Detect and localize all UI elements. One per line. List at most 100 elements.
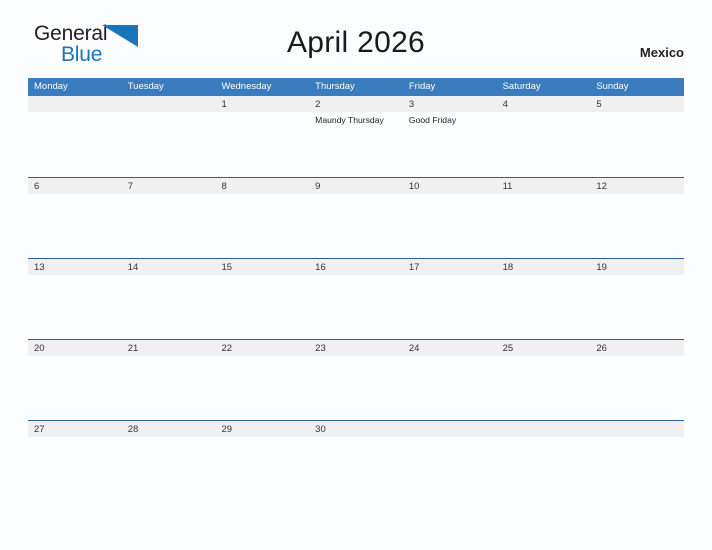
calendar-day-cell[interactable]: 7 (121, 178, 216, 258)
calendar-day-cell[interactable]: 12 (590, 178, 685, 258)
calendar-day-cell[interactable]: 16 (309, 259, 403, 339)
day-events (215, 275, 309, 278)
day-events (215, 112, 309, 115)
day-events (590, 437, 684, 440)
day-number: 29 (221, 424, 233, 435)
calendar-day-cell[interactable]: 27 (28, 421, 122, 501)
calendar-day-cell[interactable]: 21 (121, 340, 216, 420)
calendar-day-cell[interactable]: 18 (496, 259, 591, 339)
calendar-day-cell[interactable]: 30 (309, 421, 403, 501)
calendar-day-cell-empty (402, 421, 497, 501)
calendar-day-cell[interactable]: 28 (121, 421, 216, 501)
day-events (122, 356, 216, 359)
calendar-day-cell[interactable]: 2 Maundy Thursday (309, 96, 403, 177)
day-number: 19 (596, 262, 607, 273)
weekday-header-monday: Monday (34, 81, 68, 92)
page-header: General Blue April 2026 Mexico (28, 0, 684, 78)
day-events (122, 275, 216, 278)
day-events (590, 194, 684, 197)
day-number-band: 6 (28, 178, 122, 194)
calendar-day-cell[interactable]: 5 (590, 96, 685, 177)
day-events: Good Friday (403, 112, 497, 126)
day-events (497, 356, 591, 359)
holiday-label: Maundy Thursday (315, 115, 384, 125)
day-number: 2 (315, 99, 321, 110)
calendar-day-cell[interactable]: 8 (215, 178, 310, 258)
day-number-band: 4 (496, 96, 591, 112)
day-events (122, 112, 216, 115)
calendar-day-cell[interactable]: 1 (215, 96, 310, 177)
day-number-band: 17 (402, 259, 497, 275)
day-number-band: 10 (402, 178, 497, 194)
day-events (590, 356, 684, 359)
page-title: April 2026 (286, 26, 426, 59)
calendar-day-cell[interactable]: 10 (402, 178, 497, 258)
day-number-band: 26 (590, 340, 685, 356)
calendar-day-cell[interactable]: 11 (496, 178, 591, 258)
day-number-band: 7 (121, 178, 216, 194)
day-events (28, 275, 122, 278)
day-number: 20 (34, 343, 45, 354)
day-number-band: 2 (309, 96, 403, 112)
day-events (403, 194, 497, 197)
calendar-day-cell[interactable]: 15 (215, 259, 310, 339)
calendar-day-cell-empty (496, 421, 591, 501)
day-number-band: 27 (28, 421, 122, 437)
day-number: 3 (408, 99, 415, 110)
calendar-day-cell[interactable]: 23 (309, 340, 403, 420)
weekday-header-row: Monday Tuesday Wednesday Thursday Friday Satu… (28, 78, 684, 96)
day-events (403, 356, 497, 359)
day-events (497, 437, 591, 440)
day-number: 5 (596, 99, 602, 110)
day-number-band: 24 (402, 340, 497, 356)
day-events (309, 275, 403, 278)
day-number-band (402, 421, 497, 437)
day-number: 9 (315, 181, 321, 192)
calendar-day-cell[interactable]: 6 (28, 178, 122, 258)
day-number-band: 20 (28, 340, 122, 356)
calendar-day-cell[interactable]: 20 (28, 340, 122, 420)
day-events (28, 112, 122, 115)
day-number: 22 (221, 343, 233, 354)
country-label: Mexico (639, 45, 684, 60)
day-number: 24 (408, 343, 420, 354)
calendar-day-cell[interactable]: 25 (496, 340, 591, 420)
day-number-band: 23 (309, 340, 403, 356)
calendar-day-cell[interactable]: 9 (309, 178, 403, 258)
day-number-band: 14 (121, 259, 216, 275)
calendar-day-cell[interactable]: 17 (402, 259, 497, 339)
day-events (309, 194, 403, 197)
day-events (215, 194, 309, 197)
day-number: 12 (596, 181, 607, 192)
calendar-day-cell[interactable]: 13 (28, 259, 122, 339)
calendar-day-cell[interactable]: 29 (215, 421, 310, 501)
day-events: Maundy Thursday (309, 112, 403, 126)
day-number-band: 13 (28, 259, 122, 275)
weekday-header-thursday: Thursday (315, 81, 355, 92)
day-number: 8 (221, 181, 227, 192)
calendar-day-cell-empty (590, 421, 685, 501)
day-events (215, 437, 309, 440)
day-number-band (590, 421, 685, 437)
day-number-band: 18 (496, 259, 591, 275)
calendar-week-row: 20 21 22 23 24 25 26 (28, 339, 685, 420)
calendar-day-cell[interactable]: 26 (590, 340, 685, 420)
calendar-day-cell[interactable]: 22 (215, 340, 310, 420)
calendar-day-cell[interactable]: 4 (496, 96, 591, 177)
day-events (122, 437, 216, 440)
weekday-header-friday: Friday (408, 81, 436, 92)
weekday-header-wednesday: Wednesday (221, 81, 272, 92)
calendar-day-cell[interactable]: 14 (121, 259, 216, 339)
calendar-day-cell-empty (121, 96, 216, 177)
calendar-day-cell[interactable]: 24 (402, 340, 497, 420)
calendar-day-cell[interactable]: 19 (590, 259, 685, 339)
day-number: 21 (127, 343, 139, 354)
day-number-band: 15 (215, 259, 310, 275)
weekday-header-saturday: Saturday (502, 81, 541, 92)
calendar-week-row: 13 14 15 16 17 18 19 (28, 258, 685, 339)
day-number: 30 (315, 424, 326, 435)
calendar-day-cell[interactable]: 3 Good Friday (402, 96, 497, 177)
day-number: 17 (408, 262, 420, 273)
day-number-band: 30 (309, 421, 403, 437)
day-number: 14 (127, 262, 139, 273)
